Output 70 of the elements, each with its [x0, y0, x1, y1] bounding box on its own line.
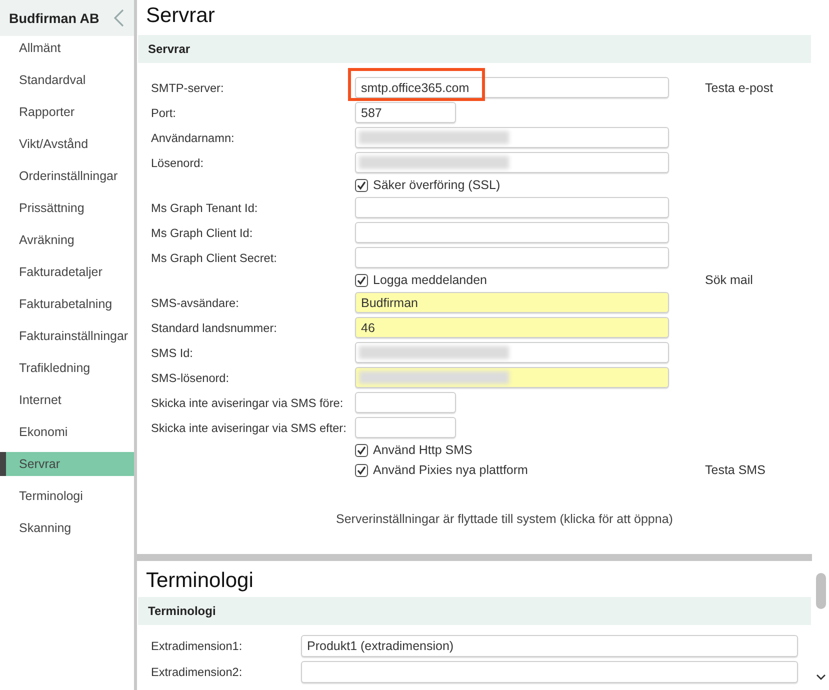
- input-field[interactable]: [355, 152, 669, 173]
- sidebar-item[interactable]: Rapporter: [0, 100, 134, 132]
- action-link[interactable]: Testa SMS: [705, 463, 766, 477]
- checkbox-label: Säker överföring (SSL): [373, 178, 500, 192]
- sidebar-item[interactable]: Servrar: [0, 452, 134, 476]
- input-field[interactable]: [355, 222, 669, 243]
- settings-moved-link[interactable]: Serverinställningar är flyttade till system (klicka för att öppna): [336, 512, 673, 526]
- input-field[interactable]: [355, 392, 456, 413]
- checkbox[interactable]: Använd Http SMS: [355, 440, 669, 460]
- field-label: Skicka inte aviseringar via SMS före:: [151, 396, 344, 410]
- sidebar-item[interactable]: Trafikledning: [0, 356, 134, 388]
- checkbox[interactable]: Säker överföring (SSL): [355, 175, 669, 195]
- section-heading: Terminologi: [145, 568, 254, 594]
- field-label: SMS-lösenord:: [151, 370, 230, 384]
- field-label: Skicka inte aviseringar via SMS efter:: [151, 420, 348, 434]
- input-field[interactable]: [355, 197, 669, 218]
- field-label: Användarnamn:: [151, 130, 236, 144]
- action-link[interactable]: Sök mail: [705, 273, 753, 287]
- section-title: Servrar: [148, 42, 190, 56]
- checkbox-label: Använd Pixies nya plattform: [373, 463, 528, 477]
- input-field[interactable]: [355, 342, 669, 363]
- action-link[interactable]: Testa e-post: [705, 80, 774, 94]
- field-label: SMS Id:: [151, 346, 194, 360]
- sidebar-item[interactable]: Standardval: [0, 68, 134, 100]
- field-label: Extradimension1:: [151, 639, 244, 653]
- input-field[interactable]: [355, 417, 456, 438]
- sidebar-item[interactable]: Terminologi: [0, 484, 134, 516]
- sidebar-item[interactable]: Orderinställningar: [0, 164, 134, 196]
- collapse-chevron-icon[interactable]: [114, 9, 124, 27]
- sidebar-item[interactable]: Fakturabetalning: [0, 292, 134, 324]
- sidebar-item[interactable]: Ekonomi: [0, 420, 134, 452]
- field-label: SMTP-server:: [151, 80, 225, 94]
- checkbox[interactable]: Logga meddelanden: [355, 270, 669, 290]
- sidebar-item[interactable]: Fakturainställningar: [0, 324, 134, 356]
- input-field[interactable]: 46: [355, 317, 669, 338]
- field-label: Ms Graph Client Id:: [151, 226, 254, 240]
- field-label: Standard landsnummer:: [151, 320, 278, 334]
- field-label: SMS-avsändare:: [151, 296, 240, 310]
- field-label: Ms Graph Tenant Id:: [151, 200, 259, 214]
- section-title: Terminologi: [148, 604, 216, 618]
- sidebar-item[interactable]: Avräkning: [0, 228, 134, 260]
- checkbox[interactable]: Använd Pixies nya plattform: [355, 460, 669, 480]
- sidebar-item[interactable]: Allmänt: [0, 36, 134, 68]
- checkbox-label: Använd Http SMS: [373, 443, 472, 457]
- sidebar-item[interactable]: Skanning: [0, 516, 134, 548]
- input-field[interactable]: 587: [355, 102, 456, 123]
- company-name: Budfirman AB: [9, 10, 100, 26]
- checkbox-icon[interactable]: [355, 444, 368, 456]
- checkbox-icon[interactable]: [355, 464, 368, 476]
- field-label: Ms Graph Client Secret:: [151, 250, 278, 264]
- input-field[interactable]: [355, 127, 669, 148]
- input-field[interactable]: [355, 367, 669, 388]
- input-field[interactable]: Produkt1 (extradimension): [301, 635, 798, 657]
- field-label: Port:: [151, 106, 177, 120]
- scroll-down-icon[interactable]: [816, 674, 826, 680]
- checkbox-icon[interactable]: [355, 178, 368, 192]
- sidebar-item[interactable]: Vikt/Avstånd: [0, 132, 134, 164]
- input-field[interactable]: [355, 247, 669, 268]
- input-field[interactable]: Budfirman: [355, 292, 669, 313]
- checkbox-label: Logga meddelanden: [373, 273, 487, 287]
- field-label: Lösenord:: [151, 156, 204, 170]
- field-label: Extradimension2:: [151, 665, 244, 679]
- scrollbar-thumb[interactable]: [816, 573, 826, 609]
- sidebar-item[interactable]: Internet: [0, 388, 134, 420]
- checkbox-icon[interactable]: [355, 274, 368, 286]
- page-title: Servrar: [145, 3, 216, 29]
- sidebar-item[interactable]: Fakturadetaljer: [0, 260, 134, 292]
- input-field[interactable]: smtp.office365.com: [355, 77, 669, 98]
- input-field[interactable]: [301, 661, 798, 683]
- sidebar-item[interactable]: Prissättning: [0, 196, 134, 228]
